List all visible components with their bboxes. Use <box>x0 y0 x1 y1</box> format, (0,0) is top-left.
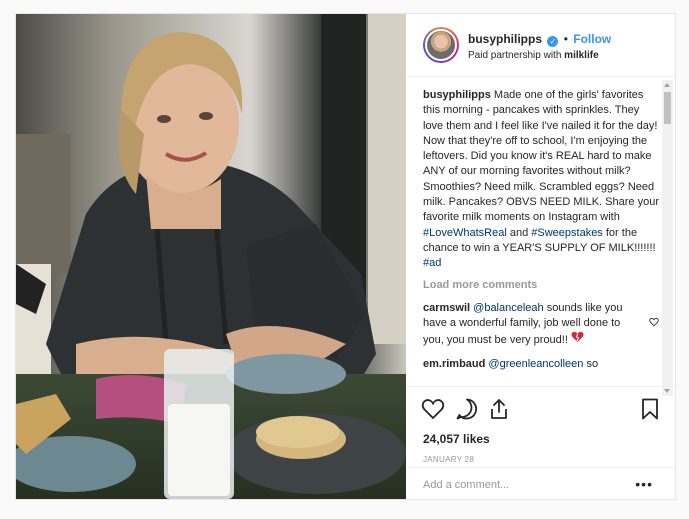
caption-text-1: Made one of the girls' favorites this mo… <box>423 89 659 224</box>
add-comment-bar: ••• <box>407 467 675 500</box>
comment-item: em.rimbaud @greenleancolleen so <box>423 357 661 372</box>
caption-text-2: and <box>509 226 529 239</box>
partner-link[interactable]: milklife <box>564 50 598 61</box>
post-photo-illustration <box>16 14 406 499</box>
hashtag-sweepstakes[interactable]: #Sweepstakes <box>531 227 603 239</box>
header-user-line: busyphilipps ✓ • Follow <box>468 32 611 47</box>
comments-scrollbar[interactable] <box>662 80 673 396</box>
comment-username[interactable]: em.rimbaud <box>423 358 485 370</box>
share-upload-icon[interactable] <box>487 397 511 421</box>
save-bookmark-icon[interactable] <box>638 397 662 421</box>
follow-button[interactable]: Follow <box>573 32 611 46</box>
post-photo[interactable] <box>16 14 406 499</box>
caption: busyphilipps Made one of the girls' favo… <box>423 88 661 272</box>
like-comment-heart-icon[interactable] <box>649 317 659 327</box>
comment-item: carmswil @balanceleah sounds like you ha… <box>423 301 661 349</box>
verified-badge-icon: ✓ <box>547 36 559 47</box>
partnership-label: Paid partnership with milklife <box>468 50 599 61</box>
comments-section[interactable]: busyphilipps Made one of the girls' favo… <box>423 88 661 386</box>
avatar[interactable] <box>423 27 459 63</box>
scroll-up-arrow-icon[interactable] <box>664 83 670 87</box>
avatar-image <box>425 29 457 61</box>
more-options-button[interactable]: ••• <box>635 476 653 492</box>
like-heart-icon[interactable] <box>421 397 445 421</box>
likes-count[interactable]: 24,057 likes <box>423 432 490 446</box>
post-actions: 24,057 likes JANUARY 28 ••• <box>407 386 675 499</box>
comment-bubble-icon[interactable] <box>455 397 479 421</box>
post-sidebar: busyphilipps ✓ • Follow Paid partnership… <box>407 14 675 499</box>
comment-username[interactable]: carmswil <box>423 302 470 314</box>
comment-text: so <box>586 357 599 370</box>
comment-mention[interactable]: @balanceleah <box>473 302 544 314</box>
caption-username[interactable]: busyphilipps <box>423 89 491 101</box>
hashtag-ad[interactable]: #ad <box>423 257 441 269</box>
partnership-prefix: Paid partnership with <box>468 50 562 61</box>
scrollbar-thumb[interactable] <box>664 92 671 124</box>
post-date[interactable]: JANUARY 28 <box>423 455 474 464</box>
broken-heart-icon <box>571 332 584 343</box>
add-comment-input[interactable] <box>423 476 623 494</box>
post-header: busyphilipps ✓ • Follow Paid partnership… <box>407 14 675 77</box>
load-more-comments-button[interactable]: Load more comments <box>423 278 661 293</box>
hashtag-lovewhatsreal[interactable]: #LoveWhatsReal <box>423 227 507 239</box>
header-username[interactable]: busyphilipps <box>468 32 542 46</box>
comment-mention[interactable]: @greenleancolleen <box>488 358 583 370</box>
separator-dot: • <box>563 32 568 46</box>
post-card: busyphilipps ✓ • Follow Paid partnership… <box>15 13 676 500</box>
